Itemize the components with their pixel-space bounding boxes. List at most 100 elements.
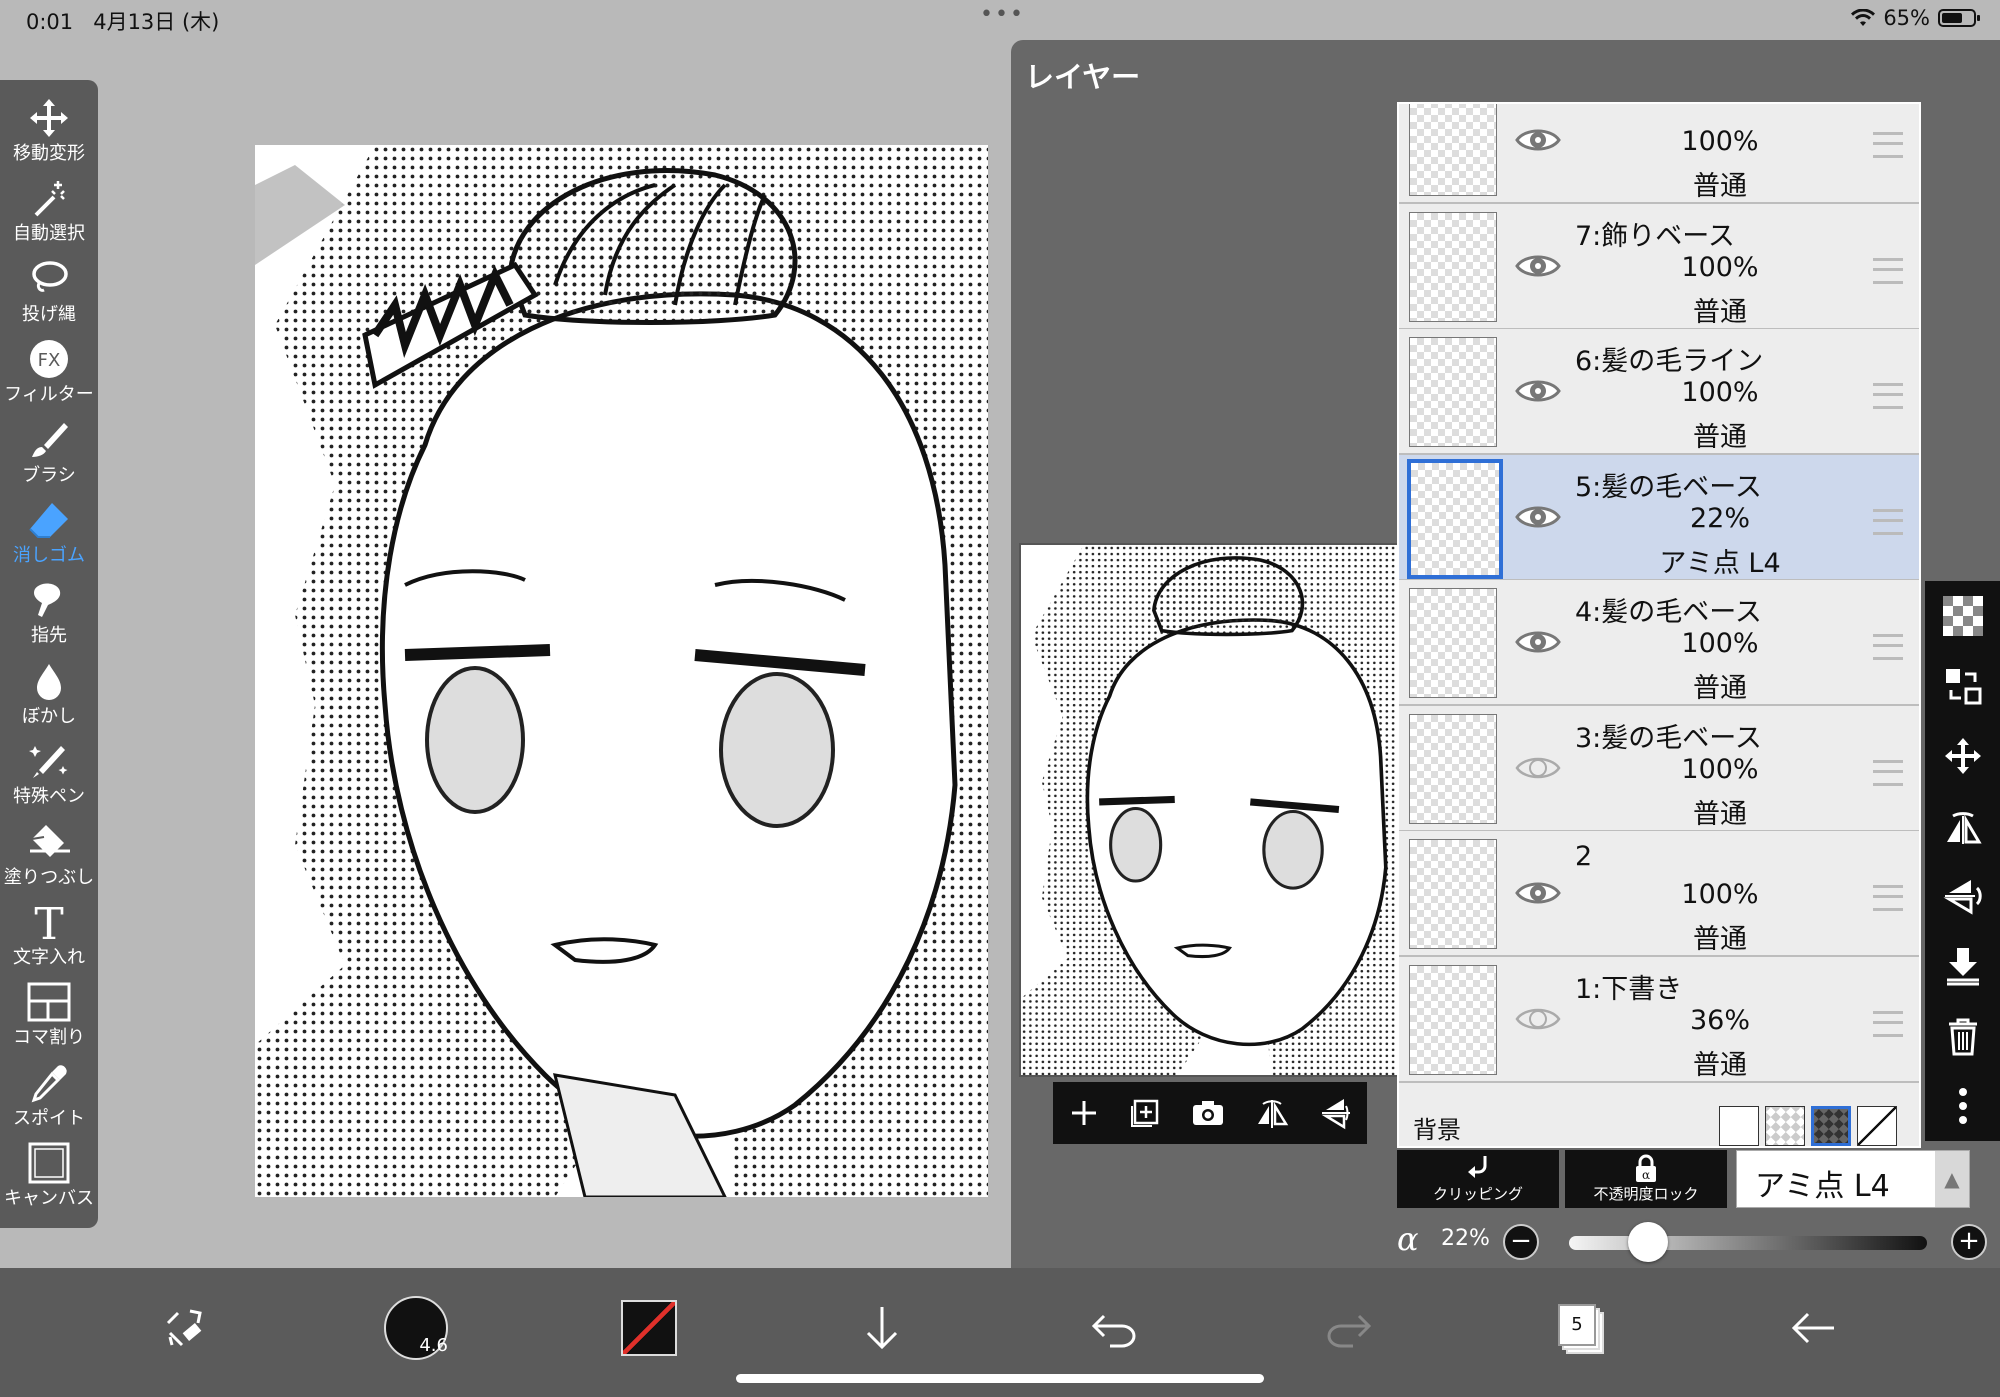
drag-handle-icon[interactable] [1873,759,1903,786]
flip-layer-horizontal-icon[interactable] [1943,806,1983,846]
color-button[interactable] [609,1288,689,1368]
transform-swap-icon[interactable] [145,1288,225,1368]
eye-icon[interactable] [1515,122,1561,158]
layer-thumbnail[interactable] [1409,713,1497,824]
fx-icon: FX [0,333,98,385]
opacity-increase-button[interactable]: + [1951,1224,1987,1260]
brush-size-button[interactable]: 4.6 [376,1288,456,1368]
background-layer-row[interactable]: 背景 [1399,1100,1919,1146]
color-swatch [621,1300,677,1356]
trash-icon[interactable] [1943,1016,1983,1056]
layer-thumbnail[interactable] [1409,964,1497,1075]
drag-handle-icon[interactable] [1873,634,1903,660]
undo-icon[interactable] [1075,1288,1155,1368]
layer-row[interactable]: 4:髪の毛ベース 100% 普通 [1399,580,1919,706]
layer-preview[interactable] [1019,543,1405,1077]
camera-icon[interactable] [1191,1097,1225,1129]
brush-icon [0,414,98,466]
battery-percent: 65% [1883,6,1930,30]
flip-vertical-icon[interactable] [1318,1096,1352,1130]
layer-opacity: 100% [1681,251,1759,283]
eye-hidden-icon[interactable] [1515,750,1561,786]
tool-label: コマ割り [13,1027,85,1049]
layer-thumbnail[interactable] [1409,588,1497,698]
layer-thumbnail[interactable] [1409,839,1497,949]
tool-lasso[interactable]: 投げ縄 [0,253,98,333]
tool-eraser[interactable]: 消しゴム [0,494,98,574]
drag-handle-icon[interactable] [1873,132,1903,158]
svg-text:α: α [1642,1168,1650,1182]
blur-drop-icon [0,655,98,707]
background-dark-swatch[interactable] [1811,1106,1851,1146]
blend-mode-value: アミ点 L4 [1755,1169,1890,1204]
background-white-swatch[interactable] [1719,1106,1759,1146]
opacity-decrease-button[interactable]: − [1503,1224,1539,1260]
tool-label: 文字入れ [13,947,85,968]
layer-row[interactable]: 7:飾りベース 100% 普通 [1399,203,1919,330]
checkerboard-icon[interactable] [1942,596,1983,636]
tool-special-pen[interactable]: 特殊ペン [0,735,98,815]
drag-handle-icon[interactable] [1873,508,1903,535]
tool-canvas[interactable]: キャンバス [0,1137,98,1217]
back-arrow-icon[interactable] [1773,1288,1853,1368]
frame-divider-icon [0,976,98,1028]
eye-icon[interactable] [1515,624,1561,660]
opacity-slider-track[interactable] [1569,1236,1927,1250]
duplicate-layer-icon[interactable] [1129,1097,1161,1129]
drawing-canvas[interactable] [255,145,988,1197]
swap-layer-icon[interactable] [1943,666,1983,706]
layer-thumbnail[interactable] [1407,458,1503,579]
flip-layer-vertical-icon[interactable] [1943,876,1983,916]
drag-handle-icon[interactable] [1873,1010,1903,1037]
layer-row[interactable]: 100% 普通 [1399,104,1919,204]
layers-button[interactable]: 5 [1540,1288,1620,1368]
tool-fill-bucket[interactable]: 塗りつぶし [0,816,98,896]
background-transparent-swatch[interactable] [1765,1106,1805,1146]
blend-mode-dropdown-icon[interactable]: ▲ [1935,1151,1969,1207]
drag-handle-icon[interactable] [1873,383,1903,409]
wifi-icon [1851,9,1876,26]
eye-icon[interactable] [1515,373,1561,409]
redo-icon[interactable] [1308,1288,1388,1368]
more-options-icon[interactable] [1943,1086,1983,1126]
layer-row[interactable]: 5:髪の毛ベース 22% アミ点 L4 [1399,454,1919,581]
layer-blend-mode: 普通 [1693,422,1747,453]
layer-panel-title: レイヤー [1025,60,1141,94]
tool-blur-drop[interactable]: ぼかし [0,655,98,735]
opacity-slider-row: α 22% − + [1397,1220,2000,1264]
tool-brush[interactable]: ブラシ [0,414,98,494]
clipping-button[interactable]: クリッピング [1397,1150,1559,1208]
layer-row[interactable]: 6:髪の毛ライン 100% 普通 [1399,329,1919,455]
background-none-swatch[interactable] [1857,1106,1897,1146]
layer-row[interactable]: 2 100% 普通 [1399,831,1919,957]
merge-down-icon[interactable] [1943,946,1983,986]
eye-hidden-icon[interactable] [1515,1001,1561,1037]
layer-row[interactable]: 3:髪の毛ベース 100% 普通 [1399,705,1919,832]
tool-move[interactable]: 移動変形 [0,92,98,172]
drag-handle-icon[interactable] [1873,257,1903,284]
opacity-slider-thumb[interactable] [1627,1222,1668,1262]
layer-blend-mode: 普通 [1693,296,1747,328]
home-indicator[interactable] [736,1374,1264,1383]
tool-frame-divider[interactable]: コマ割り [0,976,98,1056]
tool-text[interactable]: T 文字入れ [0,896,98,976]
eye-icon[interactable] [1515,248,1561,284]
eye-icon[interactable] [1515,875,1561,911]
layer-thumbnail[interactable] [1409,104,1497,196]
blend-mode-select[interactable]: アミ点 L4 ▲ [1736,1150,1970,1208]
move-layer-icon[interactable] [1943,736,1983,776]
multitask-dots[interactable]: ••• [980,2,1025,27]
tool-eyedropper[interactable]: スポイト [0,1057,98,1137]
layer-row[interactable]: 1:下書き 36% 普通 [1399,956,1919,1083]
flip-horizontal-icon[interactable] [1255,1096,1289,1130]
tool-fx[interactable]: FX フィルター [0,333,98,413]
opacity-lock-button[interactable]: α 不透明度ロック [1565,1150,1727,1208]
layer-thumbnail[interactable] [1409,337,1497,447]
tool-finger[interactable]: 指先 [0,574,98,654]
add-layer-icon[interactable] [1068,1097,1100,1129]
eye-icon[interactable] [1515,499,1561,535]
download-arrow-icon[interactable] [842,1288,922,1368]
layer-thumbnail[interactable] [1409,211,1497,322]
tool-magic-wand[interactable]: 自動選択 [0,172,98,252]
drag-handle-icon[interactable] [1873,885,1903,911]
